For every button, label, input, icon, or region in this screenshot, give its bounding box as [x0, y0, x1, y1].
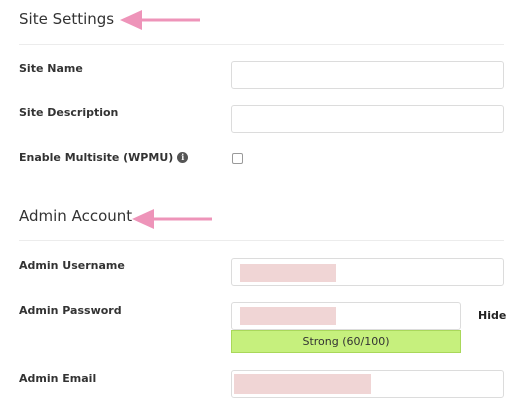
admin-username-label: Admin Username: [19, 259, 125, 272]
redacted-value: [240, 307, 336, 325]
section-divider: [19, 44, 504, 45]
site-name-label: Site Name: [19, 62, 83, 75]
site-name-input[interactable]: [231, 61, 504, 89]
pointer-arrow-icon: [120, 10, 200, 30]
info-icon[interactable]: i: [177, 152, 189, 163]
settings-form: Site Settings Site Name Site Description…: [0, 0, 523, 405]
admin-password-label-text: Admin Password: [19, 304, 122, 317]
pointer-arrow-icon: [132, 209, 212, 229]
site-description-label-text: Site Description: [19, 106, 119, 119]
hide-password-button[interactable]: Hide: [478, 309, 506, 322]
site-description-input[interactable]: [231, 105, 504, 133]
redacted-value: [234, 374, 371, 394]
admin-account-title: Admin Account: [19, 207, 133, 225]
admin-username-label-text: Admin Username: [19, 259, 125, 272]
multisite-label-text: Enable Multisite (WPMU): [19, 151, 174, 164]
site-name-label-text: Site Name: [19, 62, 83, 75]
admin-password-label: Admin Password: [19, 304, 122, 317]
admin-email-label-text: Admin Email: [19, 372, 97, 385]
multisite-label: Enable Multisite (WPMU) i: [19, 151, 189, 164]
redacted-value: [240, 264, 336, 282]
site-description-label: Site Description: [19, 106, 118, 119]
multisite-checkbox[interactable]: [232, 153, 243, 164]
section-divider: [19, 240, 504, 241]
admin-email-label: Admin Email: [19, 372, 96, 385]
site-settings-title: Site Settings: [19, 10, 115, 28]
password-strength-meter: Strong (60/100): [231, 330, 461, 353]
